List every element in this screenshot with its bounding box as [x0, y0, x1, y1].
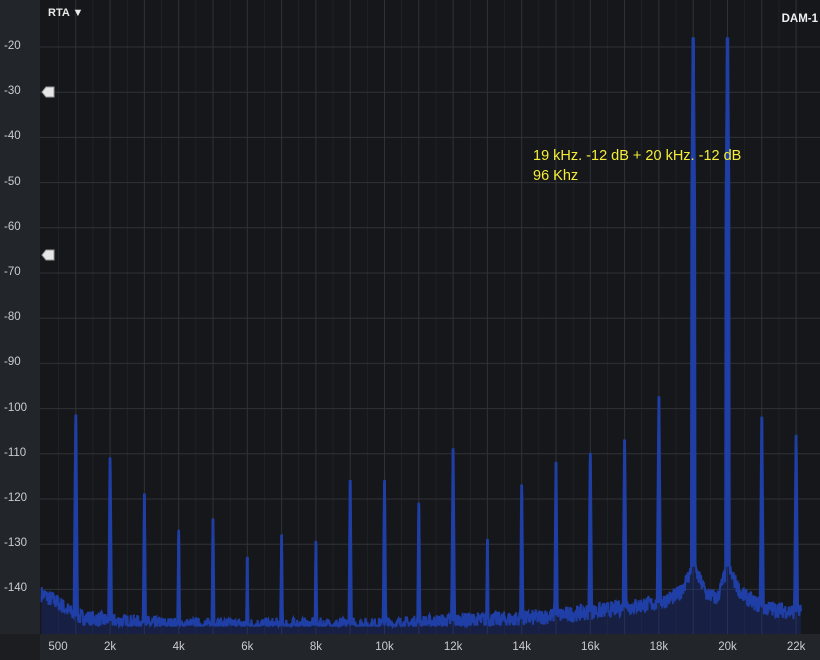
x-tick-label: 12k	[443, 641, 463, 653]
marker-pointer-icon	[41, 249, 55, 261]
y-tick-label: -140	[4, 582, 28, 595]
y-tick-label: -60	[4, 220, 21, 233]
x-tick-label: 22k	[786, 641, 806, 653]
y-tick-label: -120	[4, 492, 28, 504]
y-tick-label: -20	[4, 40, 21, 52]
spectrum-plot	[40, 0, 820, 634]
x-tick-label: 10k	[375, 641, 394, 653]
x-tick-label: 500	[48, 641, 68, 653]
x-tick-label: 4k	[172, 641, 185, 653]
x-tick-label: 20k	[718, 641, 737, 653]
marker-pointer-icon	[41, 86, 55, 98]
x-tick-label: 14k	[512, 641, 531, 653]
y-tick-label: -90	[4, 356, 21, 369]
x-tick-label: 8k	[309, 641, 322, 653]
y-tick-label: -80	[4, 311, 21, 324]
y-tick-label: -40	[4, 130, 21, 143]
x-tick-label: 2k	[104, 641, 117, 653]
y-tick-label: -130	[4, 537, 28, 550]
x-tick-label: 16k	[581, 641, 600, 653]
measurement-annotation: 19 kHz. -12 dB + 20 kHz. -12 dB 96 Khz	[533, 146, 741, 186]
y-tick-label: -30	[4, 85, 21, 98]
y-tick-label: -50	[4, 175, 21, 188]
y-tick-label: -110	[4, 446, 27, 459]
y-tick-label: -70	[4, 266, 21, 278]
annotation-line-2: 96 Khz	[533, 168, 579, 184]
plot-area	[40, 0, 820, 634]
x-tick-label: 6k	[241, 641, 254, 653]
lower-level-marker[interactable]	[41, 249, 55, 261]
rta-mode-dropdown[interactable]: RTA ▼	[48, 7, 83, 19]
device-label: DAM-1	[781, 13, 818, 25]
x-tick-label: 18k	[649, 641, 669, 653]
y-tick-label: -100	[4, 401, 28, 414]
upper-level-marker[interactable]	[41, 86, 55, 98]
annotation-line-1: 19 kHz. -12 dB + 20 kHz. -12 dB	[533, 148, 742, 164]
